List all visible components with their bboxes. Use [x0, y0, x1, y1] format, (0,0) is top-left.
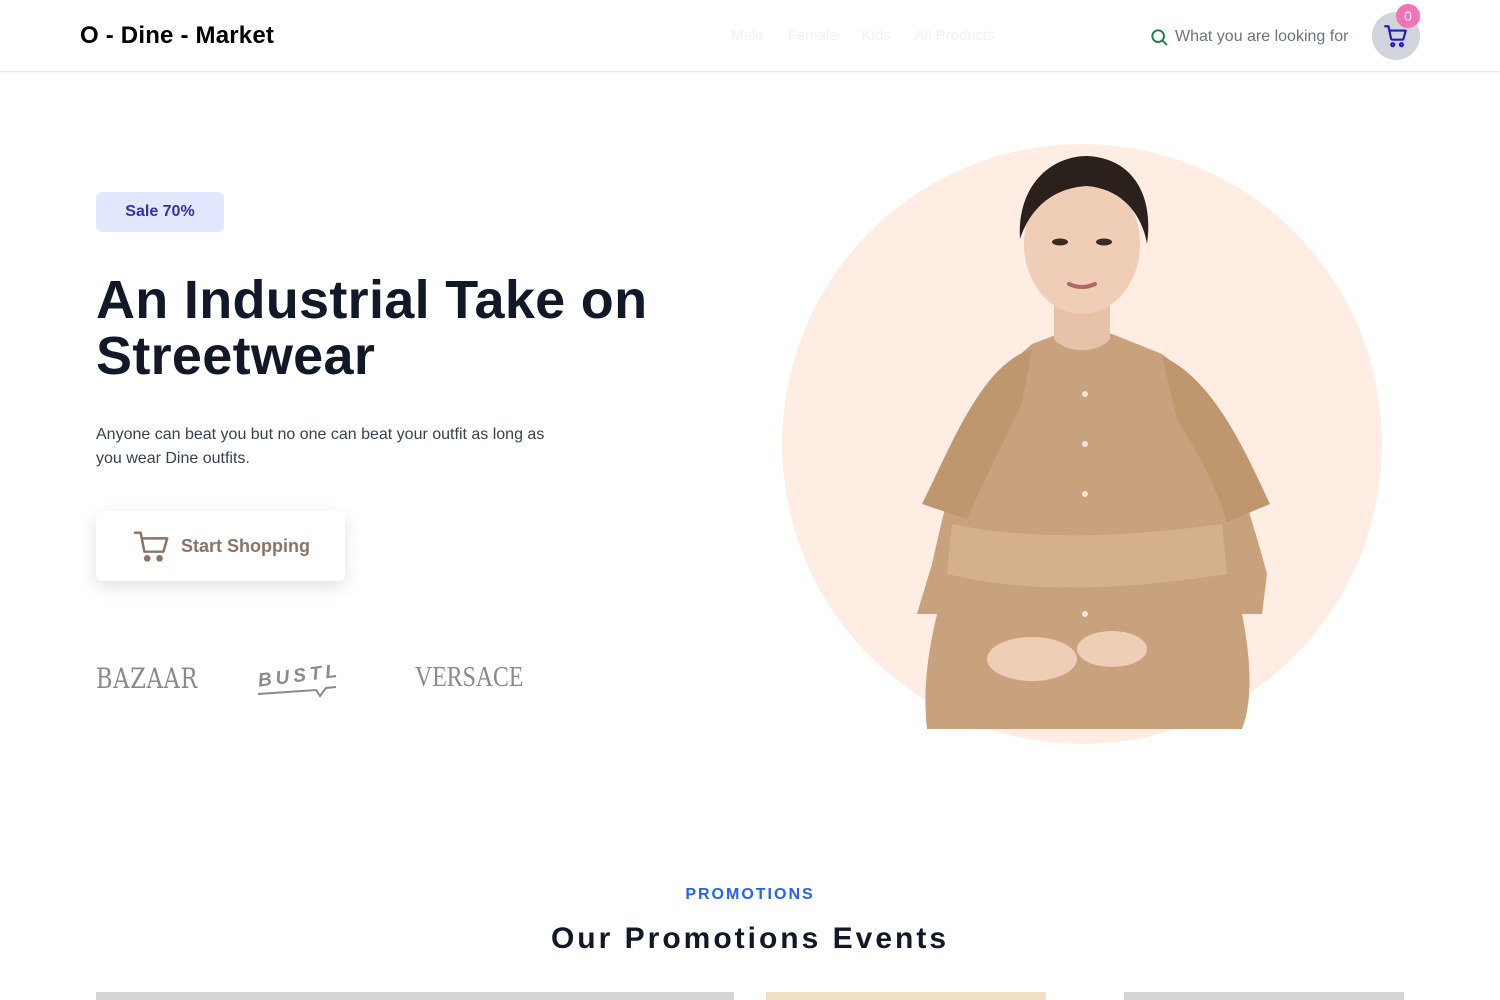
svg-text:BUSTLE: BUSTLE	[257, 659, 340, 692]
hero-title: An Industrial Take on Streetwear	[96, 270, 648, 386]
promotions-kicker: PROMOTIONS	[685, 886, 815, 903]
site-header: O - Dine - Market Male Female Kids All P…	[0, 0, 1500, 72]
main-nav: Male Female Kids All Products	[731, 27, 995, 44]
brand-logo-versace: VERSACE	[415, 662, 524, 693]
hero-description: Anyone can beat you but no one can beat …	[96, 426, 545, 467]
search-box	[1149, 24, 1354, 50]
nav-item-kids[interactable]: Kids	[862, 27, 891, 44]
bustle-logo-icon: BUSTLE	[257, 659, 340, 698]
nav-item-female[interactable]: Female	[788, 27, 838, 44]
brand-logo-bazaar: BAZAAR	[96, 661, 199, 695]
nav-item-male[interactable]: Male	[731, 27, 764, 44]
search-icon	[1151, 29, 1168, 46]
start-shopping-label: Start Shopping	[181, 535, 310, 556]
promo-card[interactable]	[1124, 992, 1404, 1000]
site-logo[interactable]: O - Dine - Market	[80, 22, 274, 50]
cart-count-badge: 0	[1396, 4, 1420, 28]
promo-card[interactable]	[766, 992, 1046, 1000]
start-shopping-button[interactable]: Start Shopping	[96, 511, 345, 581]
hero-image	[782, 144, 1382, 744]
search-input[interactable]	[1175, 28, 1353, 46]
promotions-title: Our Promotions Events	[550, 922, 950, 955]
nav-item-all-products[interactable]: All Products	[915, 27, 995, 44]
sale-badge: Sale 70%	[96, 192, 224, 232]
promo-card[interactable]	[96, 992, 734, 1000]
cart-icon	[133, 531, 169, 562]
brand-logo-bustle: BUSTLE	[256, 656, 340, 700]
